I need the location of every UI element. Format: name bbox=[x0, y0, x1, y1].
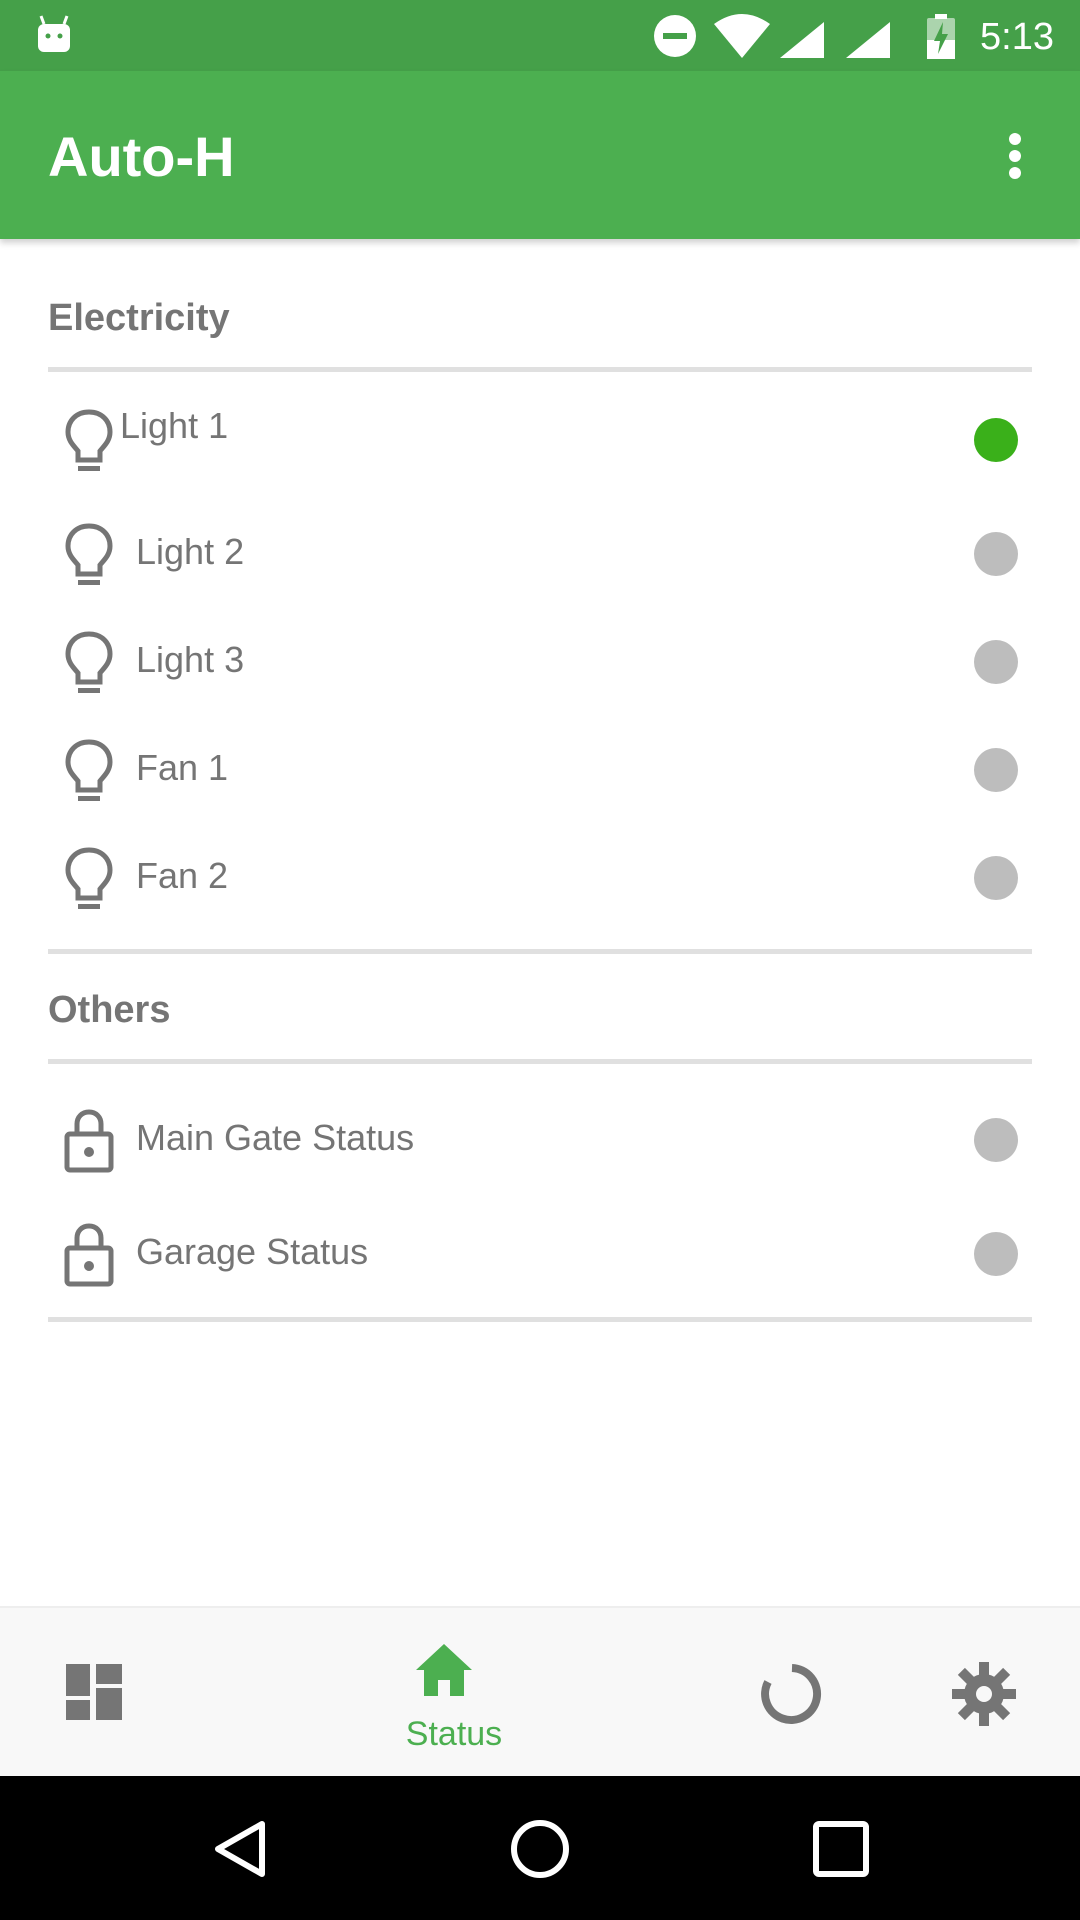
nav-item-settings[interactable] bbox=[952, 1608, 1016, 1778]
list-item-label: Light 1 bbox=[120, 405, 229, 446]
divider bbox=[48, 1059, 1032, 1064]
lightbulb-icon bbox=[65, 409, 113, 471]
status-time: 5:13 bbox=[980, 16, 1054, 58]
lock-icon bbox=[64, 1223, 114, 1287]
divider bbox=[48, 949, 1032, 954]
android-icon bbox=[38, 15, 70, 52]
list-item-light-1[interactable]: Light 1 bbox=[48, 388, 1032, 488]
list-item-label: Main Gate Status bbox=[136, 1117, 415, 1158]
do-not-disturb-icon bbox=[654, 15, 696, 57]
home-circle-icon[interactable] bbox=[509, 1818, 571, 1880]
status-indicator-on bbox=[974, 418, 1018, 462]
list-item-light-3[interactable]: Light 3 bbox=[48, 610, 1032, 710]
status-bar: 5:13 bbox=[0, 0, 1080, 71]
dashboard-icon bbox=[66, 1664, 122, 1720]
more-vert-icon[interactable] bbox=[980, 121, 1050, 191]
lightbulb-icon bbox=[65, 523, 113, 585]
battery-charging-icon bbox=[927, 14, 955, 59]
list-item-light-2[interactable]: Light 2 bbox=[48, 502, 1032, 602]
divider bbox=[48, 1317, 1032, 1322]
signal-icon bbox=[846, 22, 890, 58]
app-title: Auto-H bbox=[48, 125, 235, 188]
recents-icon[interactable] bbox=[810, 1818, 872, 1880]
status-indicator-off bbox=[974, 640, 1018, 684]
bottom-navigation: Status bbox=[0, 1606, 1080, 1778]
divider bbox=[48, 367, 1032, 372]
status-indicator-off bbox=[974, 856, 1018, 900]
wifi-icon bbox=[714, 14, 770, 58]
app-bar: Auto-H bbox=[0, 71, 1080, 239]
nav-item-dashboard[interactable] bbox=[66, 1608, 126, 1778]
status-indicator-off bbox=[974, 748, 1018, 792]
lightbulb-icon bbox=[65, 631, 113, 693]
list-item-label: Fan 1 bbox=[136, 747, 229, 788]
section-title-others: Others bbox=[48, 989, 171, 1031]
gear-icon bbox=[952, 1662, 1016, 1726]
lock-icon bbox=[64, 1109, 114, 1173]
back-icon[interactable] bbox=[210, 1818, 272, 1880]
list-item-fan-2[interactable]: Fan 2 bbox=[48, 826, 1032, 926]
list-item-label: Fan 2 bbox=[136, 855, 229, 896]
list-item-label: Garage Status bbox=[136, 1231, 369, 1272]
nav-item-status[interactable]: Status bbox=[406, 1608, 502, 1778]
list-item-label: Light 2 bbox=[136, 531, 245, 572]
home-icon bbox=[416, 1644, 472, 1696]
list-item-label: Light 3 bbox=[136, 639, 245, 680]
lightbulb-icon bbox=[65, 739, 113, 801]
nav-item-progress[interactable] bbox=[760, 1608, 824, 1778]
signal-icon bbox=[780, 22, 824, 58]
status-indicator-off bbox=[974, 532, 1018, 576]
lightbulb-icon bbox=[65, 847, 113, 909]
status-indicator-off bbox=[974, 1232, 1018, 1276]
status-indicator-off bbox=[974, 1118, 1018, 1162]
list-item-fan-1[interactable]: Fan 1 bbox=[48, 718, 1032, 818]
progress-icon bbox=[761, 1664, 821, 1724]
section-title-electricity: Electricity bbox=[48, 297, 230, 339]
list-item-garage-status[interactable]: Garage Status bbox=[48, 1202, 1032, 1302]
list-item-main-gate-status[interactable]: Main Gate Status bbox=[48, 1088, 1032, 1188]
nav-label-status: Status bbox=[405, 1715, 503, 1753]
system-navigation-bar bbox=[0, 1776, 1080, 1920]
